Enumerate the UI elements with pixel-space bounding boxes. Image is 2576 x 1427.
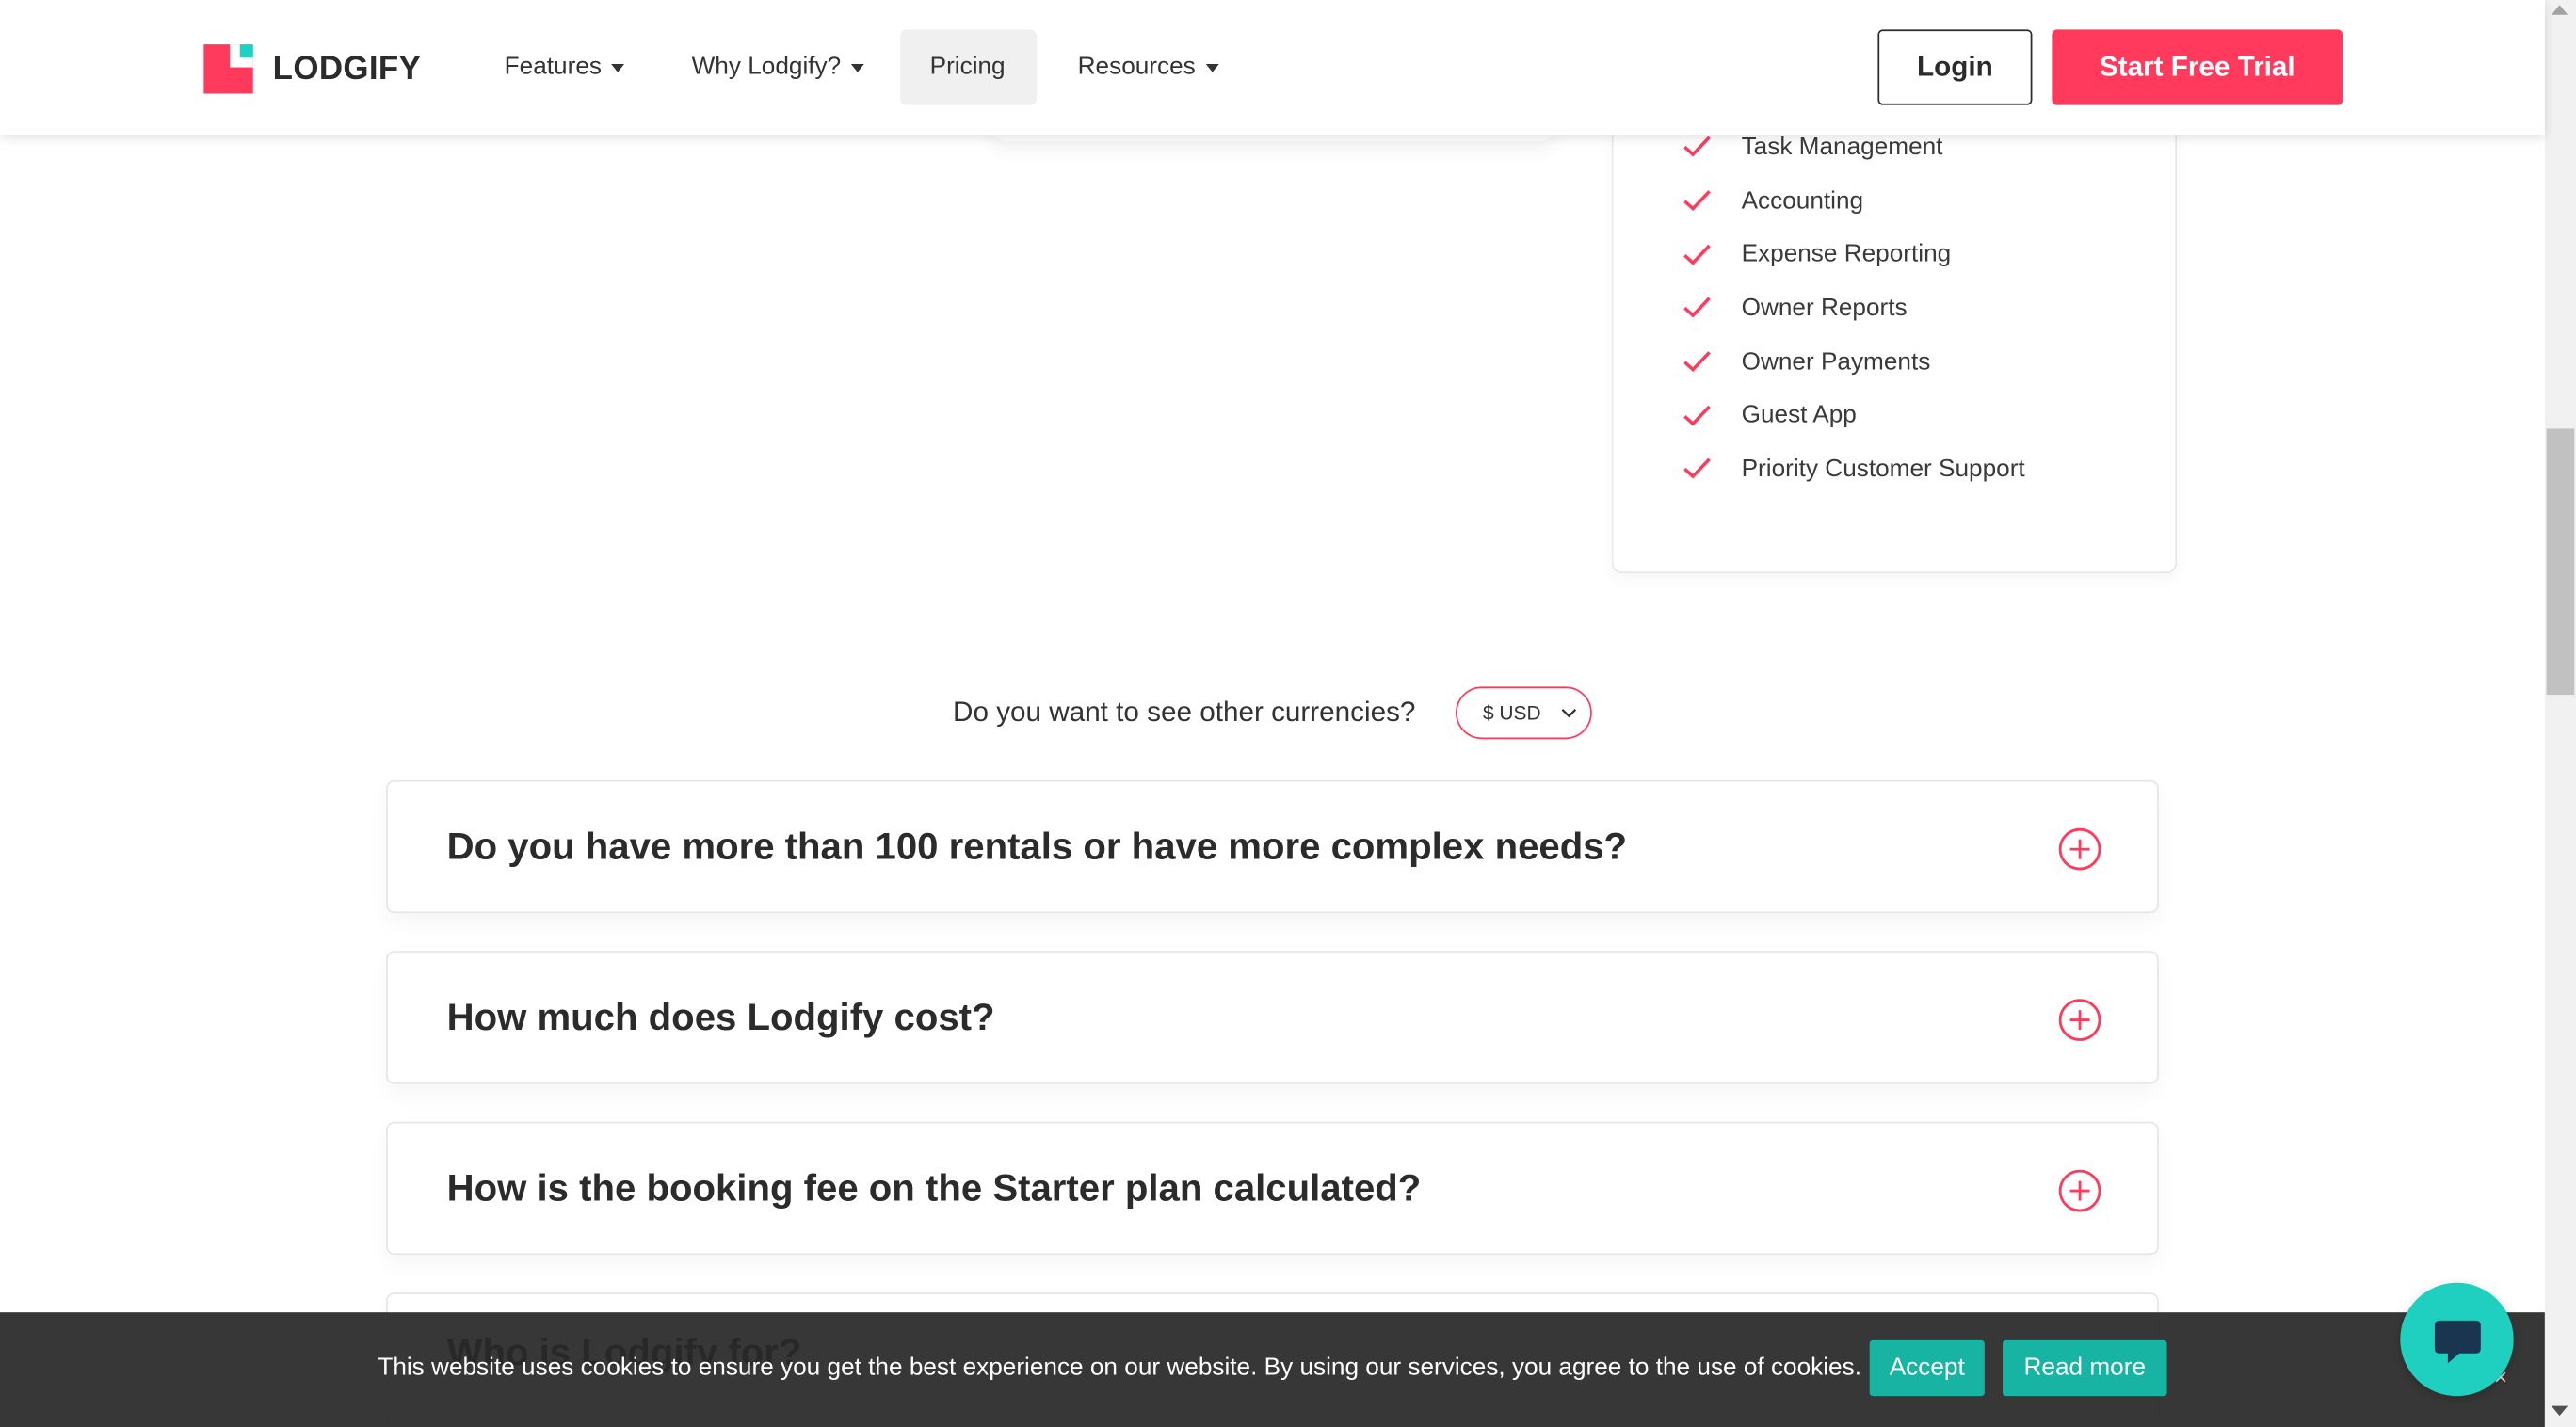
cookie-read-more-button[interactable]: Read more xyxy=(2003,1339,2167,1397)
feature-label: Owner Payments xyxy=(1741,347,1931,376)
check-icon xyxy=(1682,297,1712,319)
feature-item: Guest App xyxy=(1682,389,2025,442)
lodgify-logo-icon xyxy=(203,44,253,94)
page: Task Management Accounting Expense Repor… xyxy=(0,0,2576,1427)
nav-item-why-lodgify[interactable]: Why Lodgify? xyxy=(662,29,894,104)
chat-launcher[interactable] xyxy=(2400,1282,2514,1397)
start-free-trial-button[interactable]: Start Free Trial xyxy=(2052,29,2343,105)
caret-down-icon xyxy=(1205,63,1219,72)
check-icon xyxy=(1682,457,1712,480)
plus-circle-icon[interactable] xyxy=(2058,999,2101,1041)
chat-bubble-icon xyxy=(2434,1320,2481,1364)
check-icon xyxy=(1682,350,1712,373)
feature-label: Owner Reports xyxy=(1741,294,1908,322)
scroll-up-arrow-icon[interactable] xyxy=(2551,5,2568,15)
faq-item[interactable]: How much does Lodgify cost? xyxy=(386,951,2159,1084)
feature-item: Accounting xyxy=(1682,173,2025,227)
cookie-banner: This website uses cookies to ensure you … xyxy=(0,1312,2545,1427)
check-icon xyxy=(1682,243,1712,265)
nav-item-label: Pricing xyxy=(929,52,1006,81)
check-icon xyxy=(1682,404,1712,426)
faq-item[interactable]: Do you have more than 100 rentals or hav… xyxy=(386,779,2159,914)
feature-item: Priority Customer Support xyxy=(1682,442,2025,496)
feature-label: Guest App xyxy=(1741,401,1857,429)
nav-item-label: Why Lodgify? xyxy=(691,52,842,81)
brand-logo[interactable]: LODGIFY xyxy=(203,44,422,94)
faq-question: How is the booking fee on the Starter pl… xyxy=(446,1165,1422,1210)
plus-circle-icon[interactable] xyxy=(2058,1169,2101,1212)
nav-item-pricing[interactable]: Pricing xyxy=(900,29,1038,105)
cookie-message: This website uses cookies to ensure you … xyxy=(378,1353,1861,1382)
nav-item-label: Resources xyxy=(1077,52,1196,81)
nav-item-label: Features xyxy=(504,52,602,81)
feature-label: Accounting xyxy=(1741,186,1864,215)
faq-question: How much does Lodgify cost? xyxy=(446,995,995,1038)
login-button[interactable]: Login xyxy=(1877,29,2033,105)
feature-label: Expense Reporting xyxy=(1741,240,1952,268)
check-icon xyxy=(1682,189,1712,212)
feature-item: Owner Reports xyxy=(1682,281,2025,334)
feature-item: Owner Payments xyxy=(1682,335,2025,389)
faq-item[interactable]: How is the booking fee on the Starter pl… xyxy=(386,1121,2159,1256)
currency-question: Do you want to see other currencies? xyxy=(953,696,1416,728)
scrollbar-thumb[interactable] xyxy=(2546,428,2575,696)
plan-feature-list: Task Management Accounting Expense Repor… xyxy=(1682,120,2025,495)
currency-value: $ USD xyxy=(1482,701,1541,725)
brand-name: LODGIFY xyxy=(272,50,422,87)
cookie-accept-button[interactable]: Accept xyxy=(1869,1339,1985,1397)
scroll-down-arrow-icon[interactable] xyxy=(2551,1405,2568,1417)
plus-circle-icon[interactable] xyxy=(2058,827,2101,871)
top-navigation: LODGIFY Features Why Lodgify? Pricing Re… xyxy=(0,0,2545,136)
chevron-down-icon xyxy=(1560,708,1576,718)
caret-down-icon xyxy=(611,63,625,72)
currency-row: Do you want to see other currencies? $ U… xyxy=(953,685,1592,741)
scrollbar-track[interactable] xyxy=(2544,0,2576,1427)
nav-item-features[interactable]: Features xyxy=(475,29,654,104)
feature-label: Task Management xyxy=(1741,133,1943,161)
caret-down-icon xyxy=(850,63,864,72)
check-icon xyxy=(1682,136,1712,158)
feature-item: Expense Reporting xyxy=(1682,227,2025,281)
currency-select[interactable]: $ USD xyxy=(1455,686,1592,740)
faq-question: Do you have more than 100 rentals or hav… xyxy=(446,824,1628,868)
feature-label: Priority Customer Support xyxy=(1741,455,2025,483)
nav-item-resources[interactable]: Resources xyxy=(1048,29,1248,104)
